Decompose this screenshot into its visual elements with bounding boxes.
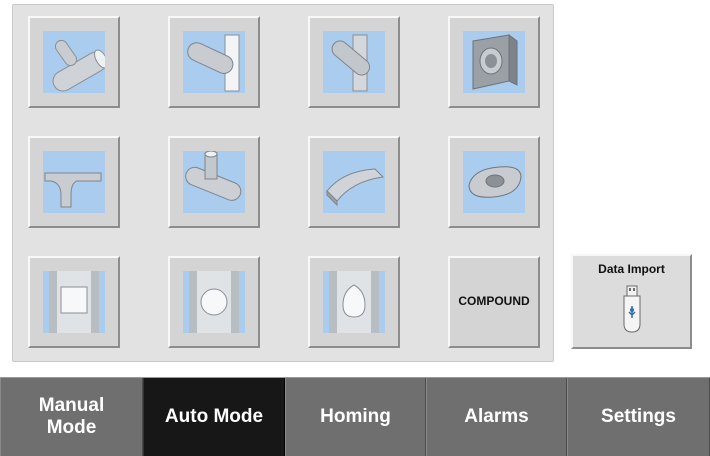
tee-pipe-branch-icon [183, 151, 245, 213]
nav-manual-mode-button[interactable]: Manual Mode [0, 378, 143, 456]
shape-tile-round-hole-tube[interactable] [168, 256, 260, 348]
nav-homing-label: Homing [320, 406, 391, 427]
shape-tile-rectangular-cutout-tube[interactable] [28, 256, 120, 348]
shape-tile-tube-y-branch[interactable] [28, 16, 120, 108]
shape-tile-tee-pipe-branch[interactable] [168, 136, 260, 228]
curved-saddle-plate-icon [323, 151, 385, 213]
data-import-button[interactable]: Data Import [571, 254, 692, 349]
shape-tile-tube-on-plate[interactable] [168, 16, 260, 108]
tube-y-branch-icon [43, 31, 105, 93]
nav-auto-mode-button[interactable]: Auto Mode [143, 378, 285, 456]
tube-through-bracket-icon [463, 31, 525, 93]
shape-tile-tube-through-bracket[interactable] [448, 16, 540, 108]
oval-ring-plate-icon [463, 151, 525, 213]
bottom-navigation: Manual Mode Auto Mode Homing Alarms Sett… [0, 377, 710, 456]
shape-tile-oval-ring-plate[interactable] [448, 136, 540, 228]
angled-tube-on-plate-icon [323, 31, 385, 93]
shape-tile-oval-hole-tube[interactable] [308, 256, 400, 348]
data-import-label: Data Import [598, 262, 665, 276]
usb-drive-icon [621, 284, 643, 339]
shape-tile-curved-tee-pipe[interactable] [28, 136, 120, 228]
nav-alarms-label: Alarms [464, 406, 529, 427]
nav-alarms-button[interactable]: Alarms [426, 378, 567, 456]
shape-tile-curved-saddle-plate[interactable] [308, 136, 400, 228]
round-hole-tube-icon [183, 271, 245, 333]
rectangular-cutout-tube-icon [43, 271, 105, 333]
shape-selection-panel: COMPOUND [12, 4, 554, 362]
shape-tile-angled-tube-on-plate[interactable] [308, 16, 400, 108]
nav-manual-mode-label: Manual Mode [38, 395, 105, 438]
nav-settings-label: Settings [601, 406, 676, 427]
nav-auto-mode-label: Auto Mode [164, 406, 264, 427]
nav-settings-button[interactable]: Settings [567, 378, 710, 456]
compound-label: COMPOUND [458, 294, 530, 308]
curved-tee-pipe-icon [43, 151, 105, 213]
shape-tile-compound[interactable]: COMPOUND [448, 256, 540, 348]
tube-on-plate-icon [183, 31, 245, 93]
oval-hole-tube-icon [323, 271, 385, 333]
nav-homing-button[interactable]: Homing [285, 378, 426, 456]
